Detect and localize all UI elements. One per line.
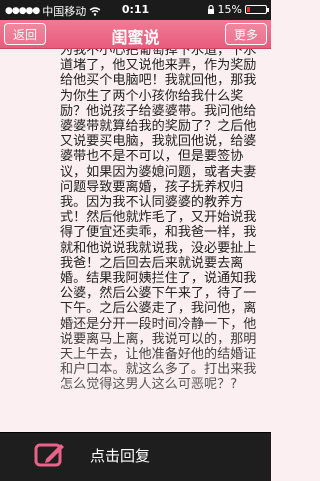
battery-icon — [245, 5, 269, 14]
status-bar: ●●●●● 中国移动 0:11 15% — [0, 0, 271, 20]
battery-percent: 15% — [217, 3, 242, 16]
compose-icon[interactable] — [34, 441, 66, 469]
post-body: 为我不小心把葡萄掉下水道，下水道堵了，他又说他来弄，作为奖励给他买个电脑吧！我就… — [60, 49, 257, 393]
post-content[interactable]: 为我不小心把葡萄掉下水道，下水道堵了，他又说他来弄，作为奖励给他买个电脑吧！我就… — [60, 49, 266, 429]
battery-fill — [247, 7, 250, 12]
lock-icon — [207, 4, 214, 14]
reply-button-label[interactable]: 点击回复 — [90, 445, 150, 466]
nav-bar: 返回 闺蜜说 更多 — [0, 20, 271, 49]
reply-bar[interactable]: 点击回复 — [0, 432, 271, 481]
status-right: 15% — [207, 3, 269, 16]
more-button[interactable]: 更多 — [224, 23, 267, 45]
